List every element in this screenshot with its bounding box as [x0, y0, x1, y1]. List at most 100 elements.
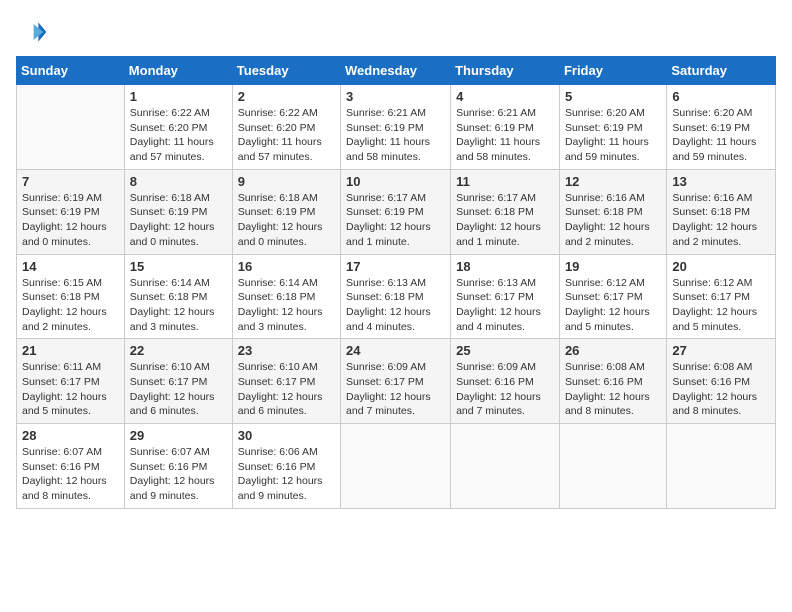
- calendar-cell: 12 Sunrise: 6:16 AMSunset: 6:18 PMDayligh…: [559, 169, 666, 254]
- day-info: Sunrise: 6:21 AMSunset: 6:19 PMDaylight:…: [346, 106, 445, 165]
- calendar-cell: 15Sunrise: 6:14 AMSunset: 6:18 PMDayligh…: [124, 254, 232, 339]
- calendar-cell: 22 Sunrise: 6:10 AMSunset: 6:17 PMDayligh…: [124, 339, 232, 424]
- calendar-cell: 28 Sunrise: 6:07 AMSunset: 6:16 PMDayligh…: [17, 424, 125, 509]
- calendar-week-row: 21 Sunrise: 6:11 AMSunset: 6:17 PMDayligh…: [17, 339, 776, 424]
- day-info: Sunrise: 6:22 AMSunset: 6:20 PMDaylight:…: [130, 106, 227, 165]
- day-info: Sunrise: 6:08 AMSunset: 6:16 PMDaylight:…: [565, 360, 661, 419]
- calendar-cell: 26 Sunrise: 6:08 AMSunset: 6:16 PMDayligh…: [559, 339, 666, 424]
- column-header-friday: Friday: [559, 57, 666, 85]
- day-info: Sunrise: 6:11 AMSunset: 6:17 PMDaylight:…: [22, 360, 119, 419]
- day-number: 15: [130, 259, 227, 274]
- calendar-cell: 5 Sunrise: 6:20 AMSunset: 6:19 PMDaylight…: [559, 85, 666, 170]
- day-info: Sunrise: 6:12 AMSunset: 6:17 PMDaylight:…: [565, 276, 661, 335]
- day-number: 8: [130, 174, 227, 189]
- day-number: 1: [130, 89, 227, 104]
- calendar-cell: 19 Sunrise: 6:12 AMSunset: 6:17 PMDayligh…: [559, 254, 666, 339]
- day-number: 22: [130, 343, 227, 358]
- calendar-week-row: 28 Sunrise: 6:07 AMSunset: 6:16 PMDayligh…: [17, 424, 776, 509]
- day-number: 26: [565, 343, 661, 358]
- day-number: 20: [672, 259, 770, 274]
- day-info: Sunrise: 6:18 AMSunset: 6:19 PMDaylight:…: [238, 191, 335, 250]
- calendar-cell: 18 Sunrise: 6:13 AMSunset: 6:17 PMDayligh…: [451, 254, 560, 339]
- day-number: 9: [238, 174, 335, 189]
- calendar-cell: 11 Sunrise: 6:17 AMSunset: 6:18 PMDayligh…: [451, 169, 560, 254]
- calendar-cell: [559, 424, 666, 509]
- day-info: Sunrise: 6:10 AMSunset: 6:17 PMDaylight:…: [130, 360, 227, 419]
- day-info: Sunrise: 6:13 AMSunset: 6:17 PMDaylight:…: [456, 276, 554, 335]
- calendar-cell: 13 Sunrise: 6:16 AMSunset: 6:18 PMDayligh…: [667, 169, 776, 254]
- day-info: Sunrise: 6:17 AMSunset: 6:19 PMDaylight:…: [346, 191, 445, 250]
- day-info: Sunrise: 6:09 AMSunset: 6:17 PMDaylight:…: [346, 360, 445, 419]
- day-info: Sunrise: 6:12 AMSunset: 6:17 PMDaylight:…: [672, 276, 770, 335]
- logo-icon: [16, 16, 48, 48]
- day-number: 19: [565, 259, 661, 274]
- calendar-cell: 25Sunrise: 6:09 AMSunset: 6:16 PMDayligh…: [451, 339, 560, 424]
- calendar-cell: 6Sunrise: 6:20 AMSunset: 6:19 PMDaylight…: [667, 85, 776, 170]
- calendar-cell: 10 Sunrise: 6:17 AMSunset: 6:19 PMDayligh…: [341, 169, 451, 254]
- day-info: Sunrise: 6:14 AMSunset: 6:18 PMDaylight:…: [238, 276, 335, 335]
- calendar-table: SundayMondayTuesdayWednesdayThursdayFrid…: [16, 56, 776, 509]
- day-info: Sunrise: 6:21 AMSunset: 6:19 PMDaylight:…: [456, 106, 554, 165]
- day-number: 24: [346, 343, 445, 358]
- calendar-cell: 16 Sunrise: 6:14 AMSunset: 6:18 PMDayligh…: [232, 254, 340, 339]
- day-info: Sunrise: 6:16 AMSunset: 6:18 PMDaylight:…: [672, 191, 770, 250]
- day-info: Sunrise: 6:13 AMSunset: 6:18 PMDaylight:…: [346, 276, 445, 335]
- day-info: Sunrise: 6:19 AMSunset: 6:19 PMDaylight:…: [22, 191, 119, 250]
- day-info: Sunrise: 6:17 AMSunset: 6:18 PMDaylight:…: [456, 191, 554, 250]
- calendar-cell: 20 Sunrise: 6:12 AMSunset: 6:17 PMDayligh…: [667, 254, 776, 339]
- column-header-saturday: Saturday: [667, 57, 776, 85]
- day-number: 18: [456, 259, 554, 274]
- day-number: 3: [346, 89, 445, 104]
- calendar-cell: 14 Sunrise: 6:15 AMSunset: 6:18 PMDayligh…: [17, 254, 125, 339]
- calendar-week-row: 14 Sunrise: 6:15 AMSunset: 6:18 PMDayligh…: [17, 254, 776, 339]
- day-number: 4: [456, 89, 554, 104]
- calendar-cell: 21 Sunrise: 6:11 AMSunset: 6:17 PMDayligh…: [17, 339, 125, 424]
- day-number: 13: [672, 174, 770, 189]
- day-info: Sunrise: 6:20 AMSunset: 6:19 PMDaylight:…: [565, 106, 661, 165]
- day-number: 14: [22, 259, 119, 274]
- calendar-cell: 29Sunrise: 6:07 AMSunset: 6:16 PMDayligh…: [124, 424, 232, 509]
- day-number: 12: [565, 174, 661, 189]
- day-number: 5: [565, 89, 661, 104]
- day-info: Sunrise: 6:07 AMSunset: 6:16 PMDaylight:…: [22, 445, 119, 504]
- calendar-cell: 9 Sunrise: 6:18 AMSunset: 6:19 PMDaylight…: [232, 169, 340, 254]
- calendar-cell: 2 Sunrise: 6:22 AMSunset: 6:20 PMDaylight…: [232, 85, 340, 170]
- column-header-monday: Monday: [124, 57, 232, 85]
- day-info: Sunrise: 6:07 AMSunset: 6:16 PMDaylight:…: [130, 445, 227, 504]
- day-info: Sunrise: 6:06 AMSunset: 6:16 PMDaylight:…: [238, 445, 335, 504]
- calendar-cell: 8 Sunrise: 6:18 AMSunset: 6:19 PMDaylight…: [124, 169, 232, 254]
- day-number: 10: [346, 174, 445, 189]
- day-number: 11: [456, 174, 554, 189]
- calendar-cell: 7Sunrise: 6:19 AMSunset: 6:19 PMDaylight…: [17, 169, 125, 254]
- calendar-cell: [451, 424, 560, 509]
- calendar-cell: 3 Sunrise: 6:21 AMSunset: 6:19 PMDaylight…: [341, 85, 451, 170]
- day-number: 30: [238, 428, 335, 443]
- calendar-cell: [341, 424, 451, 509]
- day-number: 16: [238, 259, 335, 274]
- calendar-cell: 30 Sunrise: 6:06 AMSunset: 6:16 PMDayligh…: [232, 424, 340, 509]
- day-info: Sunrise: 6:16 AMSunset: 6:18 PMDaylight:…: [565, 191, 661, 250]
- calendar-cell: 24 Sunrise: 6:09 AMSunset: 6:17 PMDayligh…: [341, 339, 451, 424]
- day-info: Sunrise: 6:08 AMSunset: 6:16 PMDaylight:…: [672, 360, 770, 419]
- column-header-wednesday: Wednesday: [341, 57, 451, 85]
- calendar-week-row: 1 Sunrise: 6:22 AMSunset: 6:20 PMDaylight…: [17, 85, 776, 170]
- day-number: 2: [238, 89, 335, 104]
- day-info: Sunrise: 6:10 AMSunset: 6:17 PMDaylight:…: [238, 360, 335, 419]
- calendar-cell: 1 Sunrise: 6:22 AMSunset: 6:20 PMDaylight…: [124, 85, 232, 170]
- calendar-cell: 4 Sunrise: 6:21 AMSunset: 6:19 PMDaylight…: [451, 85, 560, 170]
- calendar-cell: [667, 424, 776, 509]
- day-number: 28: [22, 428, 119, 443]
- day-info: Sunrise: 6:20 AMSunset: 6:19 PMDaylight:…: [672, 106, 770, 165]
- day-number: 25: [456, 343, 554, 358]
- calendar-cell: 27Sunrise: 6:08 AMSunset: 6:16 PMDayligh…: [667, 339, 776, 424]
- calendar-week-row: 7Sunrise: 6:19 AMSunset: 6:19 PMDaylight…: [17, 169, 776, 254]
- day-info: Sunrise: 6:18 AMSunset: 6:19 PMDaylight:…: [130, 191, 227, 250]
- logo: [16, 16, 52, 48]
- calendar-cell: 17 Sunrise: 6:13 AMSunset: 6:18 PMDayligh…: [341, 254, 451, 339]
- day-number: 17: [346, 259, 445, 274]
- day-info: Sunrise: 6:15 AMSunset: 6:18 PMDaylight:…: [22, 276, 119, 335]
- day-number: 23: [238, 343, 335, 358]
- column-header-tuesday: Tuesday: [232, 57, 340, 85]
- day-info: Sunrise: 6:22 AMSunset: 6:20 PMDaylight:…: [238, 106, 335, 165]
- day-number: 21: [22, 343, 119, 358]
